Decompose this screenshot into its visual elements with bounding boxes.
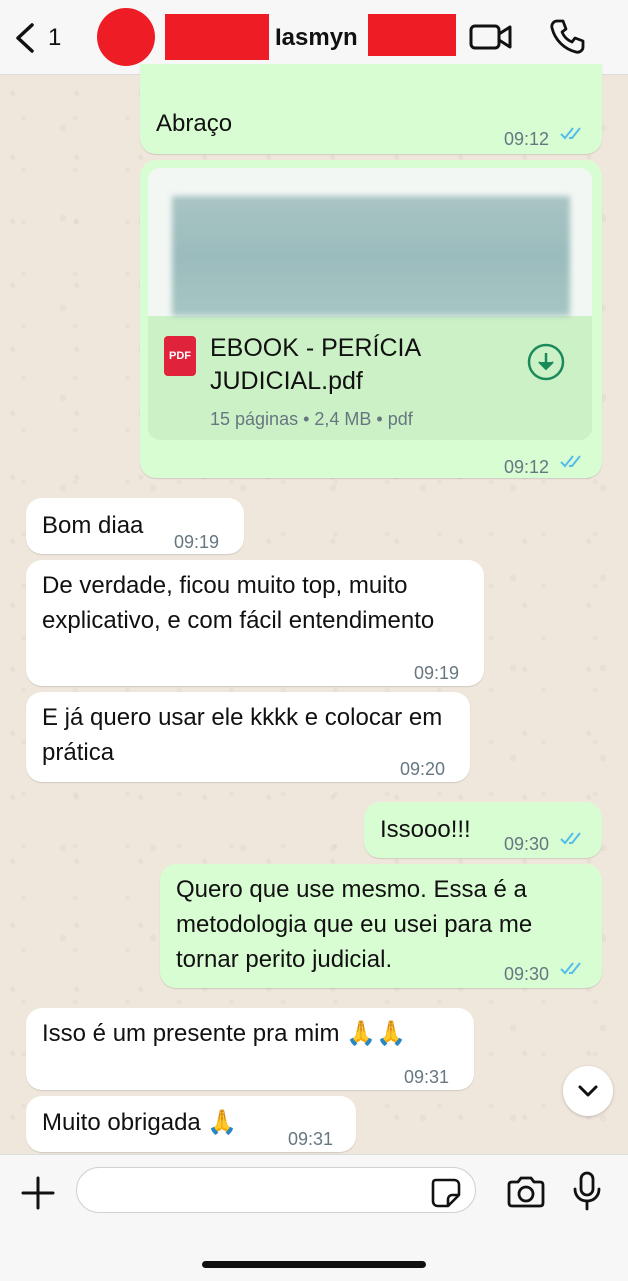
message-input[interactable]	[76, 1167, 476, 1213]
file-meta: 15 páginas • 2,4 MB • pdf	[210, 409, 413, 429]
double-check-icon	[560, 962, 581, 975]
microphone-icon	[573, 1171, 601, 1211]
message-time: 09:12	[504, 457, 550, 477]
plus-icon	[21, 1176, 55, 1210]
attach-button[interactable]	[20, 1175, 56, 1211]
message-time: 09:30	[504, 834, 550, 854]
unread-count: 1	[48, 24, 62, 51]
message-time: 09:30	[504, 964, 550, 984]
scroll-to-bottom-button[interactable]	[563, 1066, 613, 1116]
voice-call-button[interactable]	[548, 18, 588, 58]
message-text: E já quero usar ele kkkk e colocar em pr…	[42, 704, 443, 766]
message-text: Muito obrigada 🙏	[42, 1109, 238, 1136]
message-time: 09:20	[400, 759, 446, 779]
double-check-icon	[560, 832, 581, 845]
download-button[interactable]	[526, 342, 566, 382]
contact-name[interactable]: Iasmyn	[275, 24, 358, 52]
file-attachment[interactable]: PDF EBOOK - PERÍCIA JUDICIAL.pdf 15 pági…	[148, 168, 592, 440]
double-check-icon	[560, 127, 581, 140]
composer-bar	[0, 1154, 628, 1281]
message-text: Abraço	[156, 110, 233, 137]
sticker-icon	[431, 1178, 461, 1208]
avatar[interactable]	[97, 8, 155, 66]
redaction-block	[165, 14, 269, 60]
message-time: 09:31	[404, 1067, 450, 1087]
phone-icon	[550, 19, 585, 54]
home-indicator	[202, 1261, 426, 1268]
sticker-button[interactable]	[430, 1177, 462, 1209]
message-bubble-outgoing[interactable]: Issooo!!! 09:30	[364, 802, 602, 858]
message-time: 09:19	[174, 532, 220, 552]
back-button[interactable]: 1	[10, 18, 70, 58]
camera-button[interactable]	[506, 1175, 546, 1209]
message-bubble-outgoing[interactable]: Quero que use mesmo. Essa é a metodologi…	[160, 864, 602, 988]
video-camera-icon	[469, 24, 512, 50]
message-time: 09:19	[414, 663, 460, 683]
message-text: Bom diaa	[42, 512, 144, 539]
double-check-icon	[560, 455, 581, 468]
message-bubble-outgoing[interactable]: Abraço 09:12	[140, 64, 602, 154]
message-bubble-incoming[interactable]: E já quero usar ele kkkk e colocar em pr…	[26, 692, 470, 782]
message-text: Issooo!!!	[380, 816, 471, 843]
message-bubble-file[interactable]: PDF EBOOK - PERÍCIA JUDICIAL.pdf 15 pági…	[140, 160, 602, 478]
microphone-button[interactable]	[572, 1171, 602, 1211]
download-icon	[527, 343, 565, 381]
message-time: 09:31	[288, 1129, 334, 1149]
video-call-button[interactable]	[469, 20, 515, 56]
file-preview-image	[148, 168, 592, 316]
file-name: EBOOK - PERÍCIA JUDICIAL.pdf	[210, 334, 420, 395]
message-bubble-incoming[interactable]: Bom diaa 09:19	[26, 498, 244, 554]
chevron-left-icon	[16, 23, 34, 53]
message-bubble-incoming[interactable]: De verdade, ficou muito top, muito expli…	[26, 560, 484, 686]
chevron-down-icon	[578, 1085, 598, 1097]
message-bubble-incoming[interactable]: Muito obrigada 🙏 09:31	[26, 1096, 356, 1152]
redaction-block	[368, 14, 456, 56]
message-time: 09:12	[504, 129, 550, 149]
message-bubble-incoming[interactable]: Isso é um presente pra mim 🙏🙏 09:31	[26, 1008, 474, 1090]
message-text: De verdade, ficou muito top, muito expli…	[42, 572, 435, 634]
pdf-file-icon: PDF	[164, 336, 196, 376]
camera-icon	[507, 1176, 545, 1208]
message-text: Isso é um presente pra mim 🙏🙏	[42, 1020, 406, 1047]
